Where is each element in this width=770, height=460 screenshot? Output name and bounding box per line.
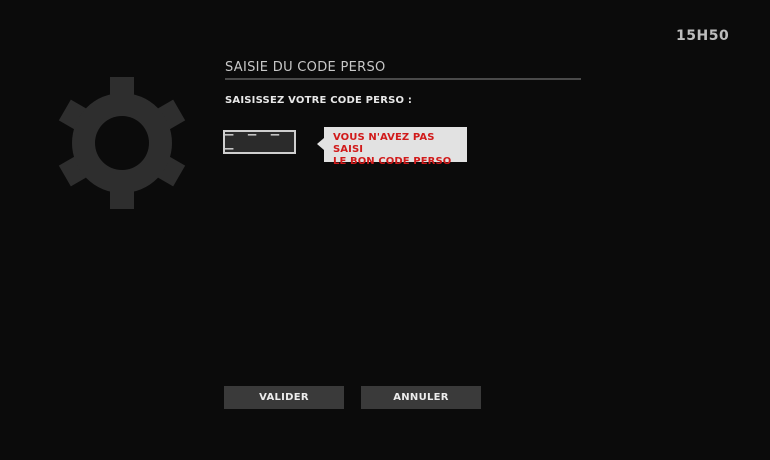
page-title: SAISIE DU CODE PERSO (225, 60, 386, 75)
clock: 15H50 (676, 28, 730, 44)
pin-entry-screen: 15H50 SAISIE DU CODE PERSO SAISISSEZ VOT… (0, 0, 770, 460)
error-message-line-2: LE BON CODE PERSO (333, 156, 452, 167)
title-divider (225, 78, 581, 80)
cancel-button[interactable]: ANNULER (361, 386, 481, 409)
code-prompt-label: SAISISSEZ VOTRE CODE PERSO : (225, 95, 413, 106)
validate-button[interactable]: VALIDER (224, 386, 344, 409)
pin-code-input[interactable]: _ _ _ _ (223, 121, 296, 154)
gear-icon (58, 77, 186, 209)
error-tooltip: VOUS N'AVEZ PAS SAISI LE BON CODE PERSO (317, 127, 467, 167)
tooltip-arrow (317, 138, 324, 150)
error-message-line-1: VOUS N'AVEZ PAS SAISI (333, 132, 435, 155)
